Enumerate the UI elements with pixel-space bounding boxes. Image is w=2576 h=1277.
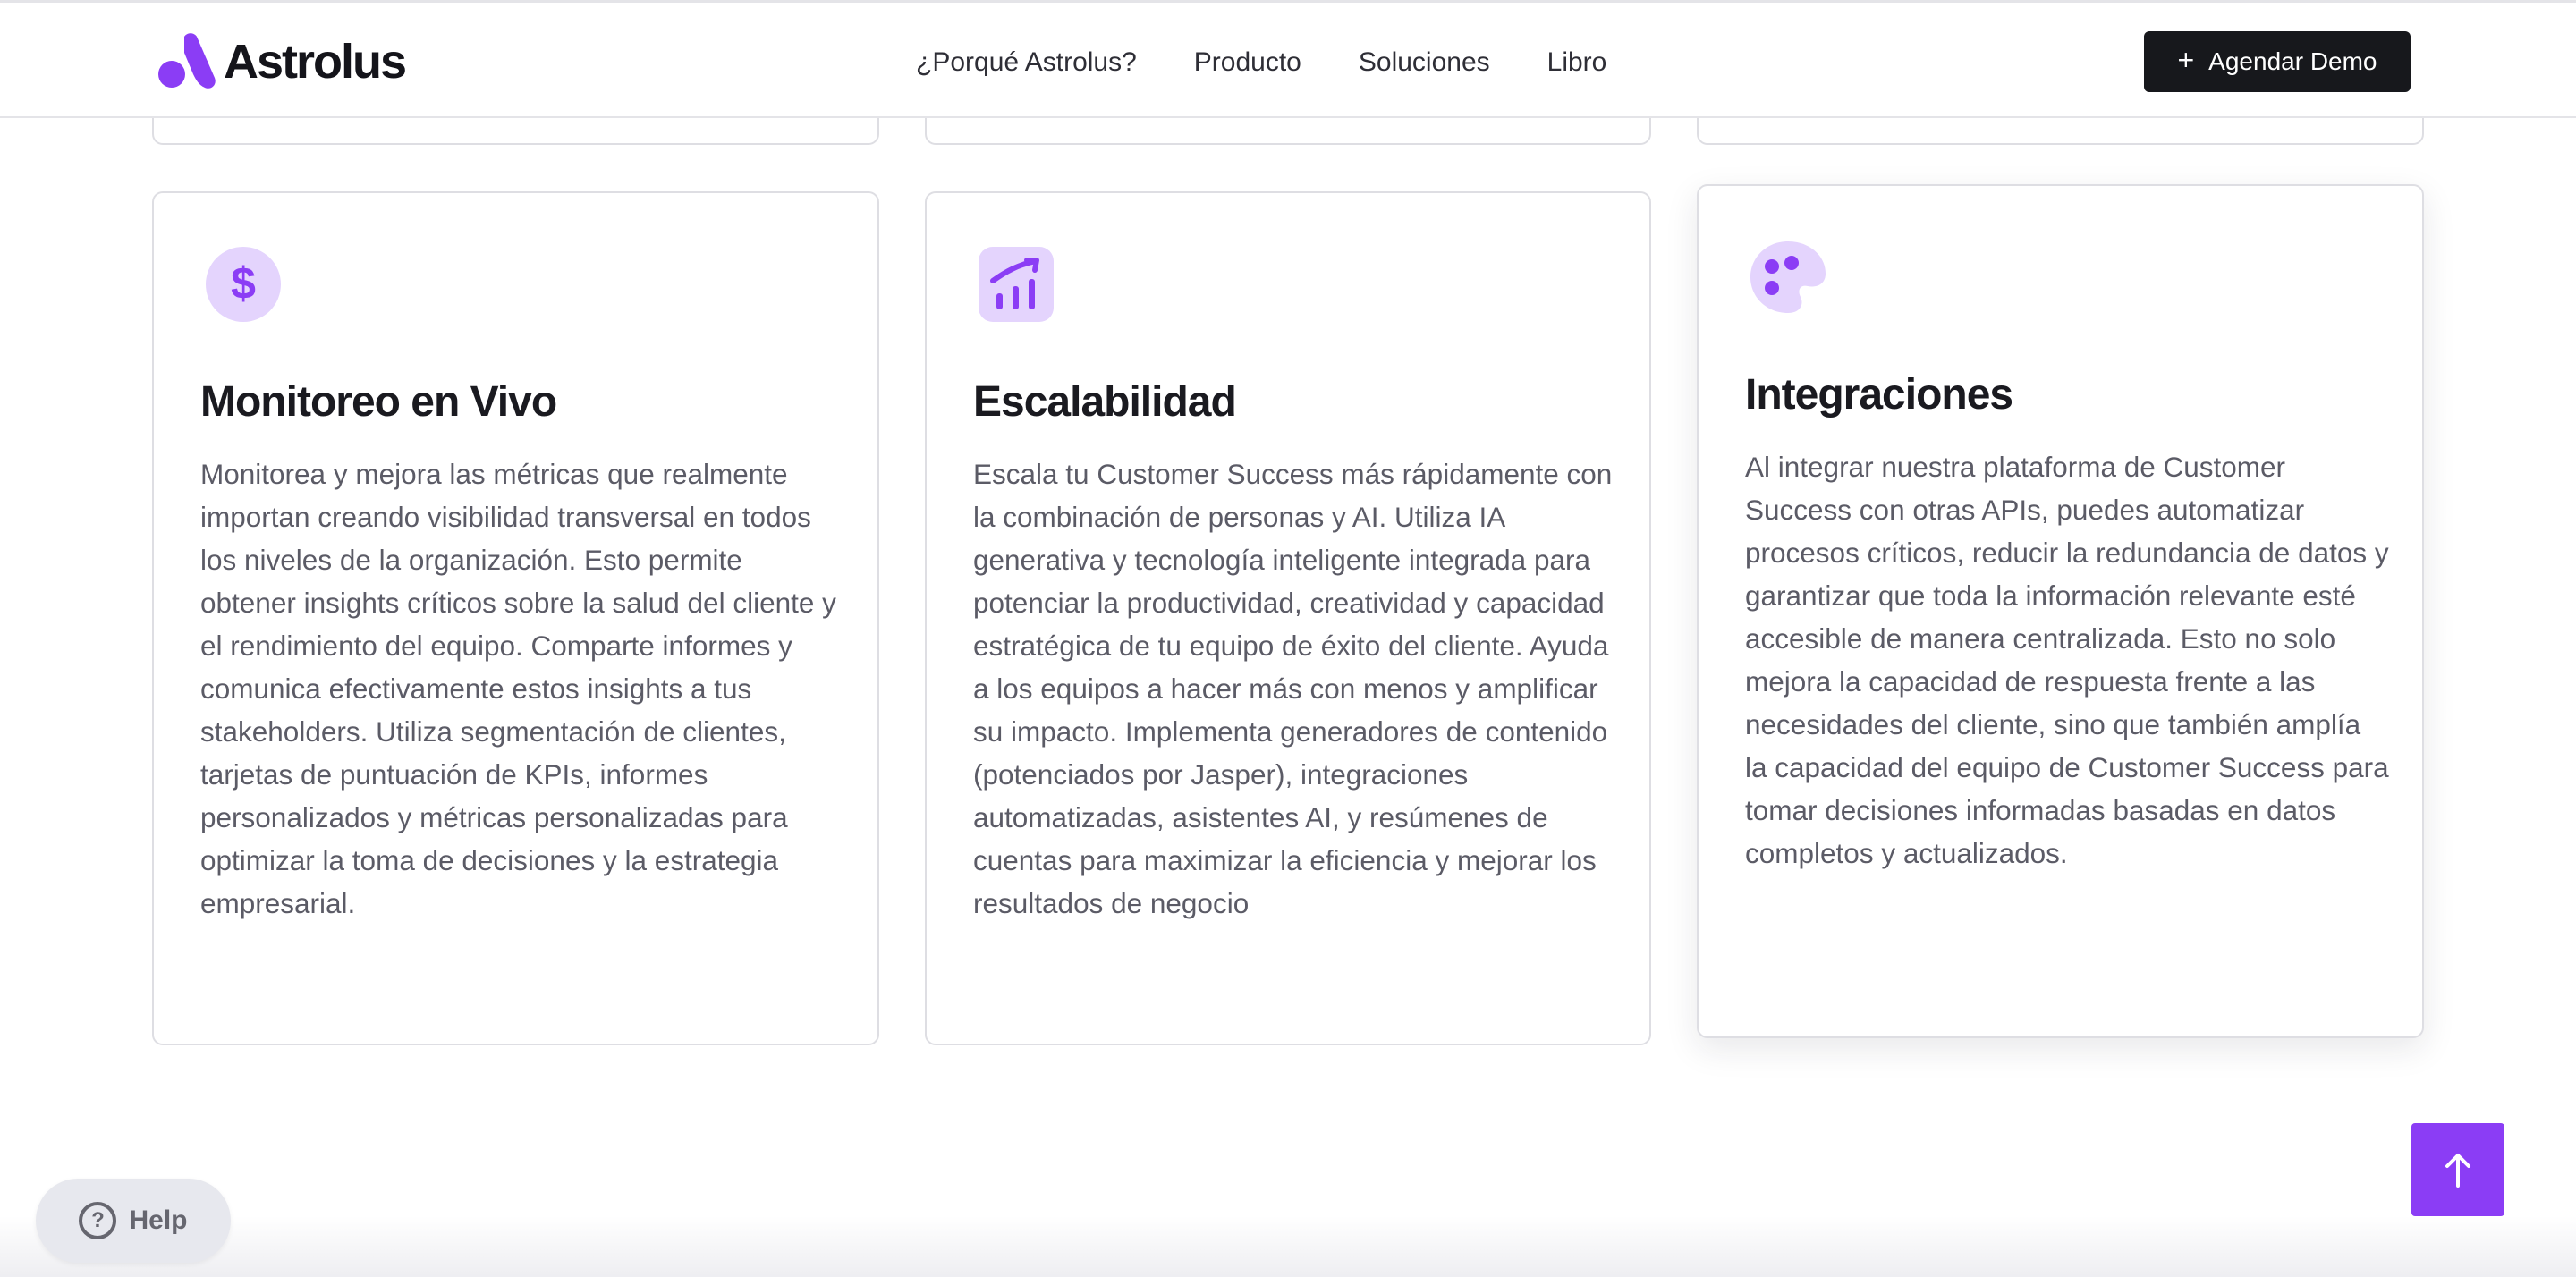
nav-link-porque-astrolus[interactable]: ¿Porqué Astrolus?: [916, 47, 1137, 78]
feature-card-integraciones: Integraciones Al integrar nuestra plataf…: [1697, 184, 2424, 1038]
page: Astrolus ¿Porqué Astrolus? Producto Solu…: [0, 0, 2576, 1277]
nav-link-libro[interactable]: Libro: [1547, 47, 1607, 78]
feature-card-escalabilidad: Escalabilidad Escala tu Customer Success…: [925, 191, 1651, 1045]
logo[interactable]: Astrolus: [157, 33, 407, 90]
site-header: Astrolus ¿Porqué Astrolus? Producto Solu…: [0, 0, 2576, 118]
scroll-to-top-button[interactable]: [2411, 1123, 2504, 1216]
dollar-icon: $: [206, 247, 281, 322]
help-button[interactable]: ? Help: [36, 1179, 231, 1263]
bottom-fade: [0, 1216, 2576, 1277]
feature-card-monitoreo: $ Monitoreo en Vivo Monitorea y mejora l…: [152, 191, 879, 1045]
question-icon: ?: [79, 1202, 117, 1239]
main-nav: ¿Porqué Astrolus? Producto Soluciones Li…: [916, 40, 1606, 85]
nav-link-soluciones[interactable]: Soluciones: [1359, 47, 1490, 78]
feature-title: Monitoreo en Vivo: [200, 378, 557, 426]
astrolus-logo-icon: [158, 33, 216, 89]
nav-link-producto[interactable]: Producto: [1194, 47, 1301, 78]
agendar-demo-label: Agendar Demo: [2208, 47, 2377, 75]
feature-title: Integraciones: [1745, 371, 2013, 419]
arrow-up-icon: [2445, 1154, 2470, 1188]
logo-text: Astrolus: [224, 35, 407, 89]
help-label: Help: [129, 1205, 188, 1235]
feature-description: Monitorea y mejora las métricas que real…: [200, 458, 836, 919]
feature-title: Escalabilidad: [973, 378, 1237, 426]
palette-icon: [1750, 241, 1826, 313]
feature-description: Escala tu Customer Success más rápidamen…: [973, 458, 1613, 919]
plus-icon: +: [2177, 44, 2195, 76]
svg-text:$: $: [231, 258, 256, 309]
growth-chart-icon: [979, 247, 1054, 322]
feature-description: Al integrar nuestra plataforma de Custom…: [1745, 451, 2389, 869]
agendar-demo-button[interactable]: + Agendar Demo: [2144, 31, 2411, 92]
